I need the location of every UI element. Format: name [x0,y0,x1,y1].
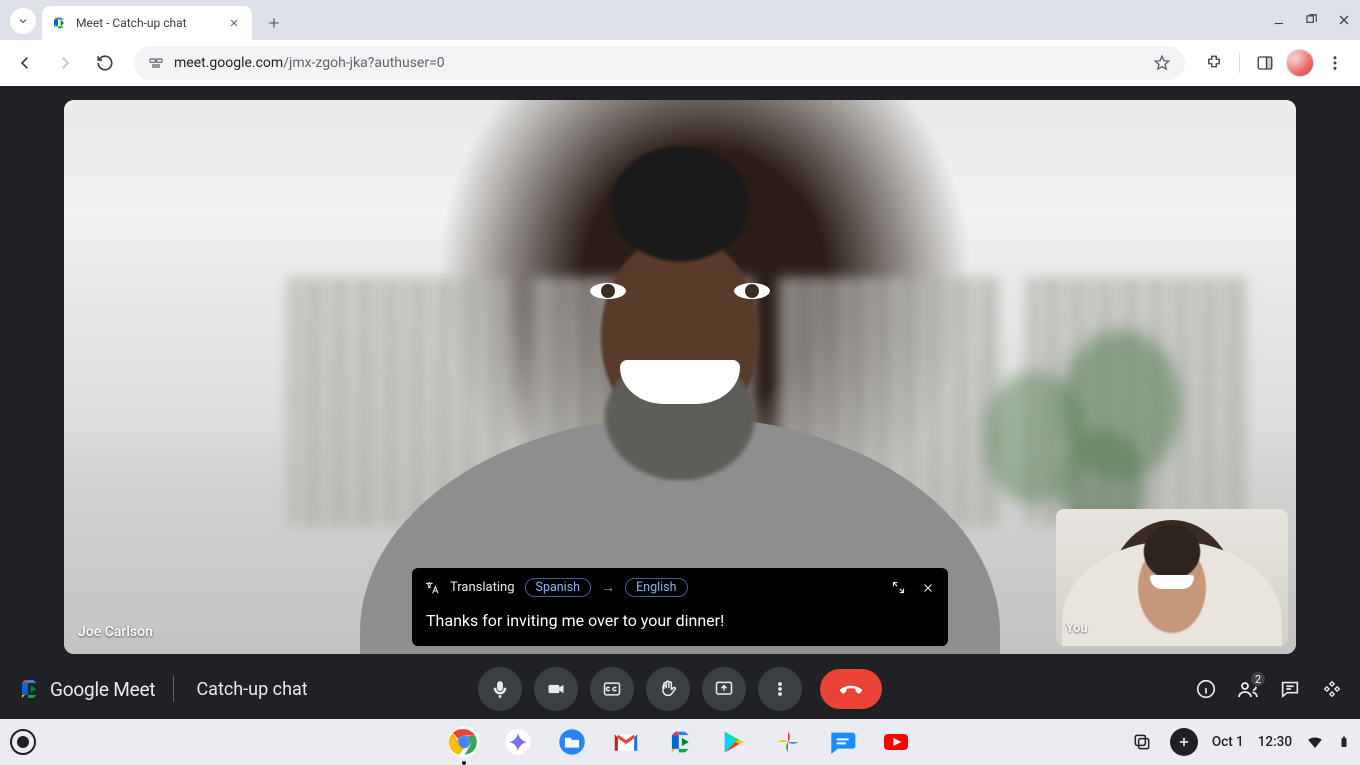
profile-avatar-button[interactable] [1286,49,1314,77]
tote-button[interactable] [1128,728,1156,756]
youtube-app-icon[interactable] [878,724,914,760]
meet-logo-icon [16,678,42,700]
close-window-button[interactable] [1336,12,1352,28]
minimize-button[interactable] [1272,13,1286,27]
meet-bottom-bar: Google Meet Catch-up chat 2 [0,659,1360,719]
shelf-date[interactable]: Oct 1 [1212,734,1244,750]
chrome-app-icon[interactable] [446,724,482,760]
present-screen-button[interactable] [702,667,746,711]
main-video-stage: Joe Carlson Translating Spanish → Englis… [64,100,1296,654]
microphone-button[interactable] [478,667,522,711]
files-app-icon[interactable] [554,724,590,760]
phone-hub-button[interactable] [1170,728,1198,756]
close-captions-button[interactable] [920,580,936,596]
meet-brand-text: Google Meet [50,678,155,701]
gmail-app-icon[interactable] [608,724,644,760]
self-view[interactable]: You [1056,509,1288,646]
battery-icon[interactable] [1338,733,1350,751]
shelf-time[interactable]: 12:30 [1258,734,1292,750]
address-bar[interactable]: meet.google.com/jmx-zgoh-jka?authuser=0 [134,46,1185,80]
caption-text: Thanks for inviting me over to your dinn… [424,611,936,630]
source-language-chip[interactable]: Spanish [525,578,592,597]
browser-toolbar: meet.google.com/jmx-zgoh-jka?authuser=0 [0,40,1360,86]
people-count-badge: 2 [1250,671,1266,687]
meet-app-icon[interactable] [662,724,698,760]
more-options-button[interactable] [758,667,802,711]
target-language-chip[interactable]: English [625,578,687,597]
chat-button[interactable] [1278,677,1302,701]
translation-caption-panel: Translating Spanish → English Thanks for… [412,568,948,646]
translating-label: Translating [450,580,515,595]
tab-search-button[interactable] [10,8,36,34]
meet-logo: Google Meet [16,678,155,701]
tab-title: Meet - Catch-up chat [76,16,218,30]
back-button[interactable] [8,46,42,80]
url-text: meet.google.com/jmx-zgoh-jka?authuser=0 [174,55,445,71]
people-button[interactable]: 2 [1236,677,1260,701]
browser-tab-strip: Meet - Catch-up chat [0,0,1360,40]
bookmark-star-icon[interactable] [1153,54,1171,72]
meeting-details-button[interactable] [1194,677,1218,701]
translate-icon [424,580,440,596]
captions-button[interactable] [590,667,634,711]
gemini-app-icon[interactable] [500,724,536,760]
reload-button[interactable] [88,46,122,80]
messages-app-icon[interactable] [824,724,860,760]
arrow-right-icon: → [601,579,615,596]
meet-favicon-icon [52,15,68,31]
photos-app-icon[interactable] [770,724,806,760]
forward-button[interactable] [48,46,82,80]
maximize-button[interactable] [1304,13,1318,27]
site-info-icon[interactable] [148,55,164,71]
raise-hand-button[interactable] [646,667,690,711]
meet-app: Joe Carlson Translating Spanish → Englis… [0,86,1360,719]
meeting-title: Catch-up chat [196,679,307,700]
window-controls [1272,0,1352,40]
participant-name-label: Joe Carlson [78,624,153,640]
new-tab-button[interactable] [260,9,288,37]
self-label: You [1066,621,1087,636]
extensions-button[interactable] [1197,46,1231,80]
leave-call-button[interactable] [820,669,882,709]
chromeos-shelf: Oct 1 12:30 [0,719,1360,765]
chrome-menu-button[interactable] [1318,46,1352,80]
camera-button[interactable] [534,667,578,711]
play-store-app-icon[interactable] [716,724,752,760]
wifi-icon[interactable] [1306,733,1324,751]
activities-button[interactable] [1320,677,1344,701]
launcher-button[interactable] [10,729,36,755]
tab-close-button[interactable] [226,15,242,31]
side-panel-button[interactable] [1248,46,1282,80]
expand-captions-button[interactable] [890,580,906,596]
browser-tab[interactable]: Meet - Catch-up chat [42,6,252,40]
